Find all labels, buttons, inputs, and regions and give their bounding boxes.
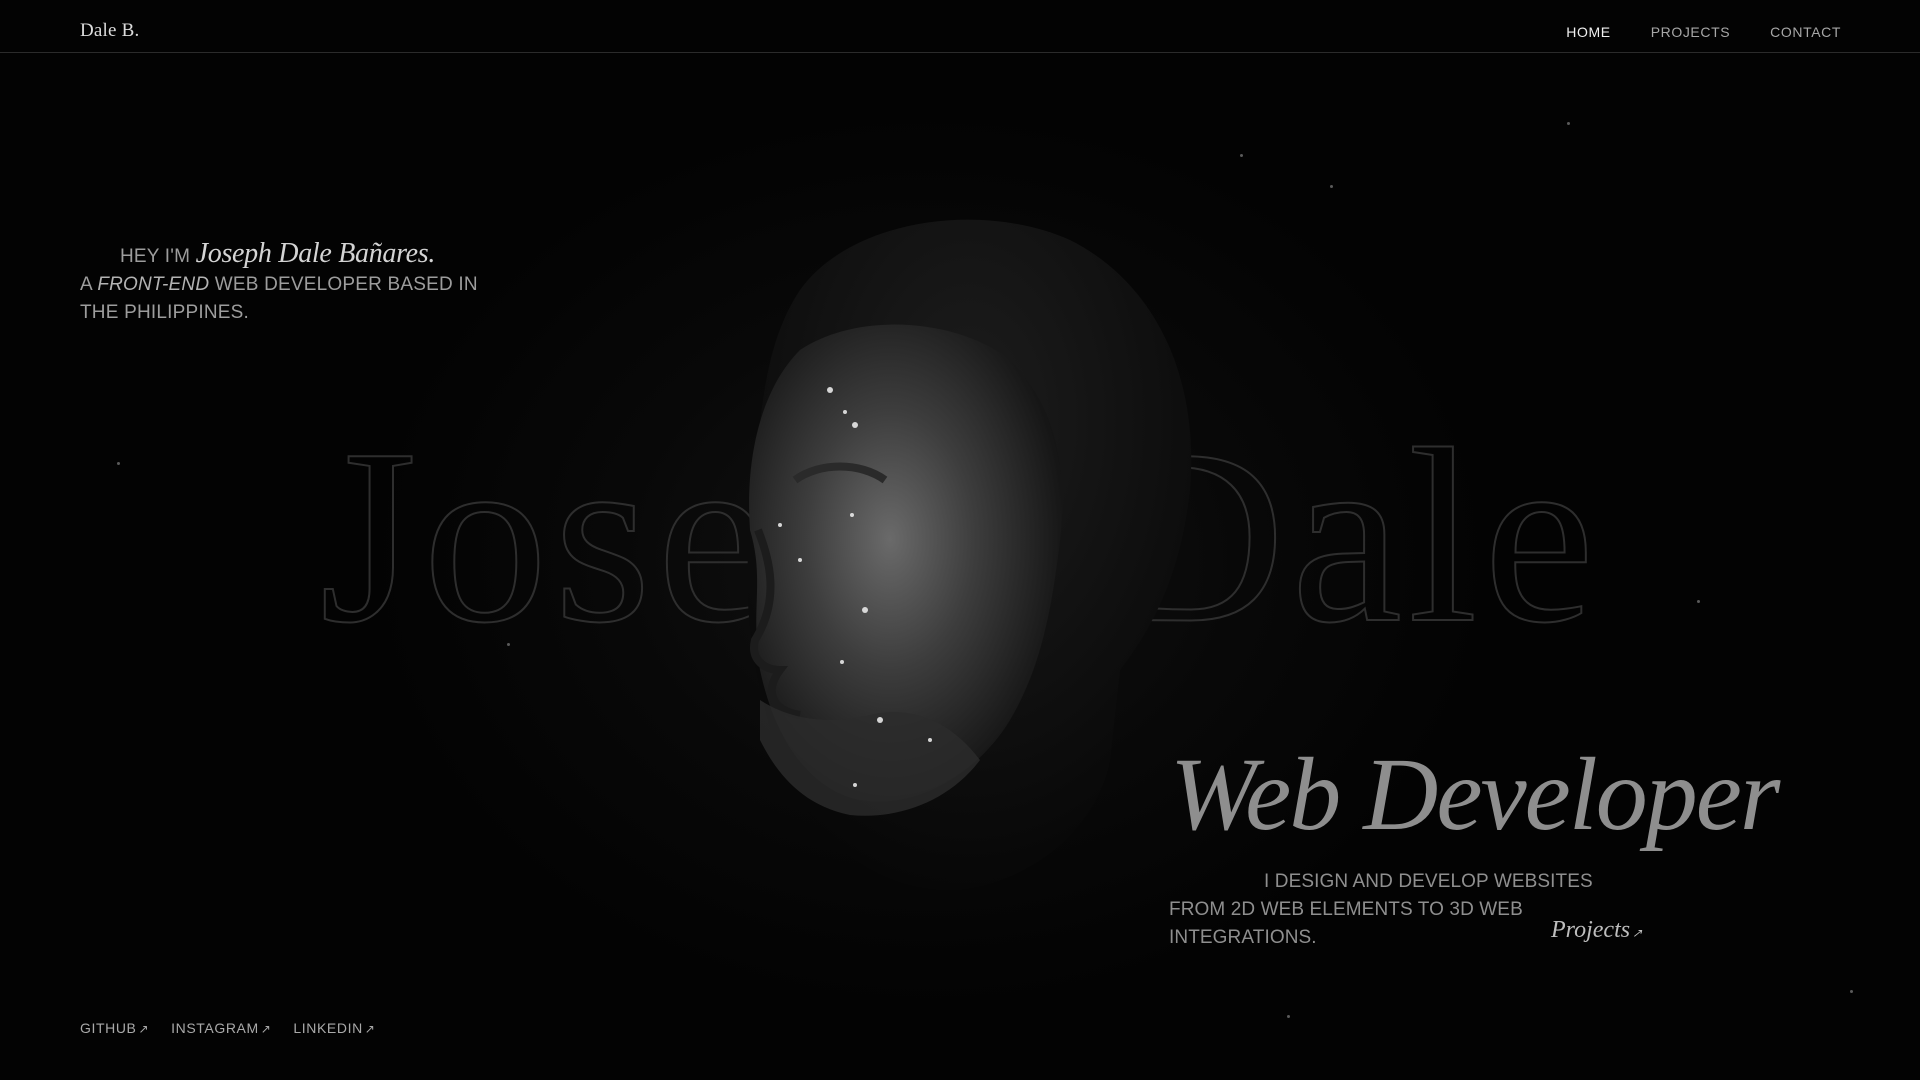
- greeting-text: HEY I'M: [120, 246, 191, 267]
- arrow-up-right-icon: ↗: [364, 1022, 376, 1036]
- instagram-label: INSTAGRAM: [171, 1020, 259, 1036]
- role-description: I DESIGN AND DEVELOP WEBSITES FROM 2D WE…: [1169, 868, 1599, 952]
- linkedin-link[interactable]: LINKEDIN ↗: [293, 1020, 375, 1036]
- role-title: Web Developer: [1170, 737, 1780, 852]
- instagram-link[interactable]: INSTAGRAM ↗: [171, 1020, 271, 1036]
- nav-projects-link[interactable]: PROJECTS: [1651, 24, 1730, 40]
- sculpture-head-image: [680, 200, 1240, 900]
- portfolio-page: Joseph Dale Dale B. HOME PROJECTS CONTAC…: [0, 0, 1920, 1080]
- projects-cta-label: Projects: [1551, 917, 1631, 943]
- arrow-up-right-icon: ↗: [260, 1022, 272, 1036]
- projects-cta-link[interactable]: Projects ↗: [1551, 917, 1642, 944]
- social-links: GITHUB ↗ INSTAGRAM ↗ LINKEDIN ↗: [80, 1020, 375, 1036]
- github-link[interactable]: GITHUB ↗: [80, 1020, 149, 1036]
- main-nav: HOME PROJECTS CONTACT: [1566, 24, 1841, 40]
- arrow-up-right-icon: ↗: [1632, 926, 1643, 940]
- nav-contact-link[interactable]: CONTACT: [1770, 24, 1841, 40]
- intro-line3: THE PHILIPPINES.: [80, 302, 249, 323]
- star-dot: [1240, 154, 1243, 157]
- linkedin-label: LINKEDIN: [293, 1020, 363, 1036]
- arrow-up-right-icon: ↗: [138, 1022, 150, 1036]
- star-dot: [507, 643, 510, 646]
- description-line1: I DESIGN AND DEVELOP WEBSITES: [1264, 871, 1593, 892]
- intro-text: HEY I'M Joseph Dale Bañares. A FRONT-END…: [80, 240, 480, 327]
- github-label: GITHUB: [80, 1020, 137, 1036]
- nav-home-link[interactable]: HOME: [1566, 24, 1610, 40]
- hero-name: Joseph Dale Bañares.: [195, 238, 436, 269]
- intro-line1: HEY I'M Joseph Dale Bañares.: [80, 240, 480, 271]
- front-end-emphasis: FRONT-END: [97, 274, 210, 295]
- star-dot: [1287, 1015, 1290, 1018]
- intro-suffix: WEB DEVELOPER BASED IN: [214, 274, 478, 295]
- top-navbar: Dale B. HOME PROJECTS CONTACT: [0, 0, 1920, 53]
- description-line2: FROM 2D WEB ELEMENTS TO 3D WEB: [1169, 899, 1523, 920]
- star-dot: [1850, 990, 1853, 993]
- intro-prefix: A: [80, 274, 92, 295]
- star-dot: [1330, 185, 1333, 188]
- star-dot: [1567, 122, 1570, 125]
- brand-logo[interactable]: Dale B.: [80, 20, 139, 42]
- description-line3: INTEGRATIONS.: [1169, 927, 1317, 948]
- intro-line2: A FRONT-END WEB DEVELOPER BASED IN: [80, 271, 480, 299]
